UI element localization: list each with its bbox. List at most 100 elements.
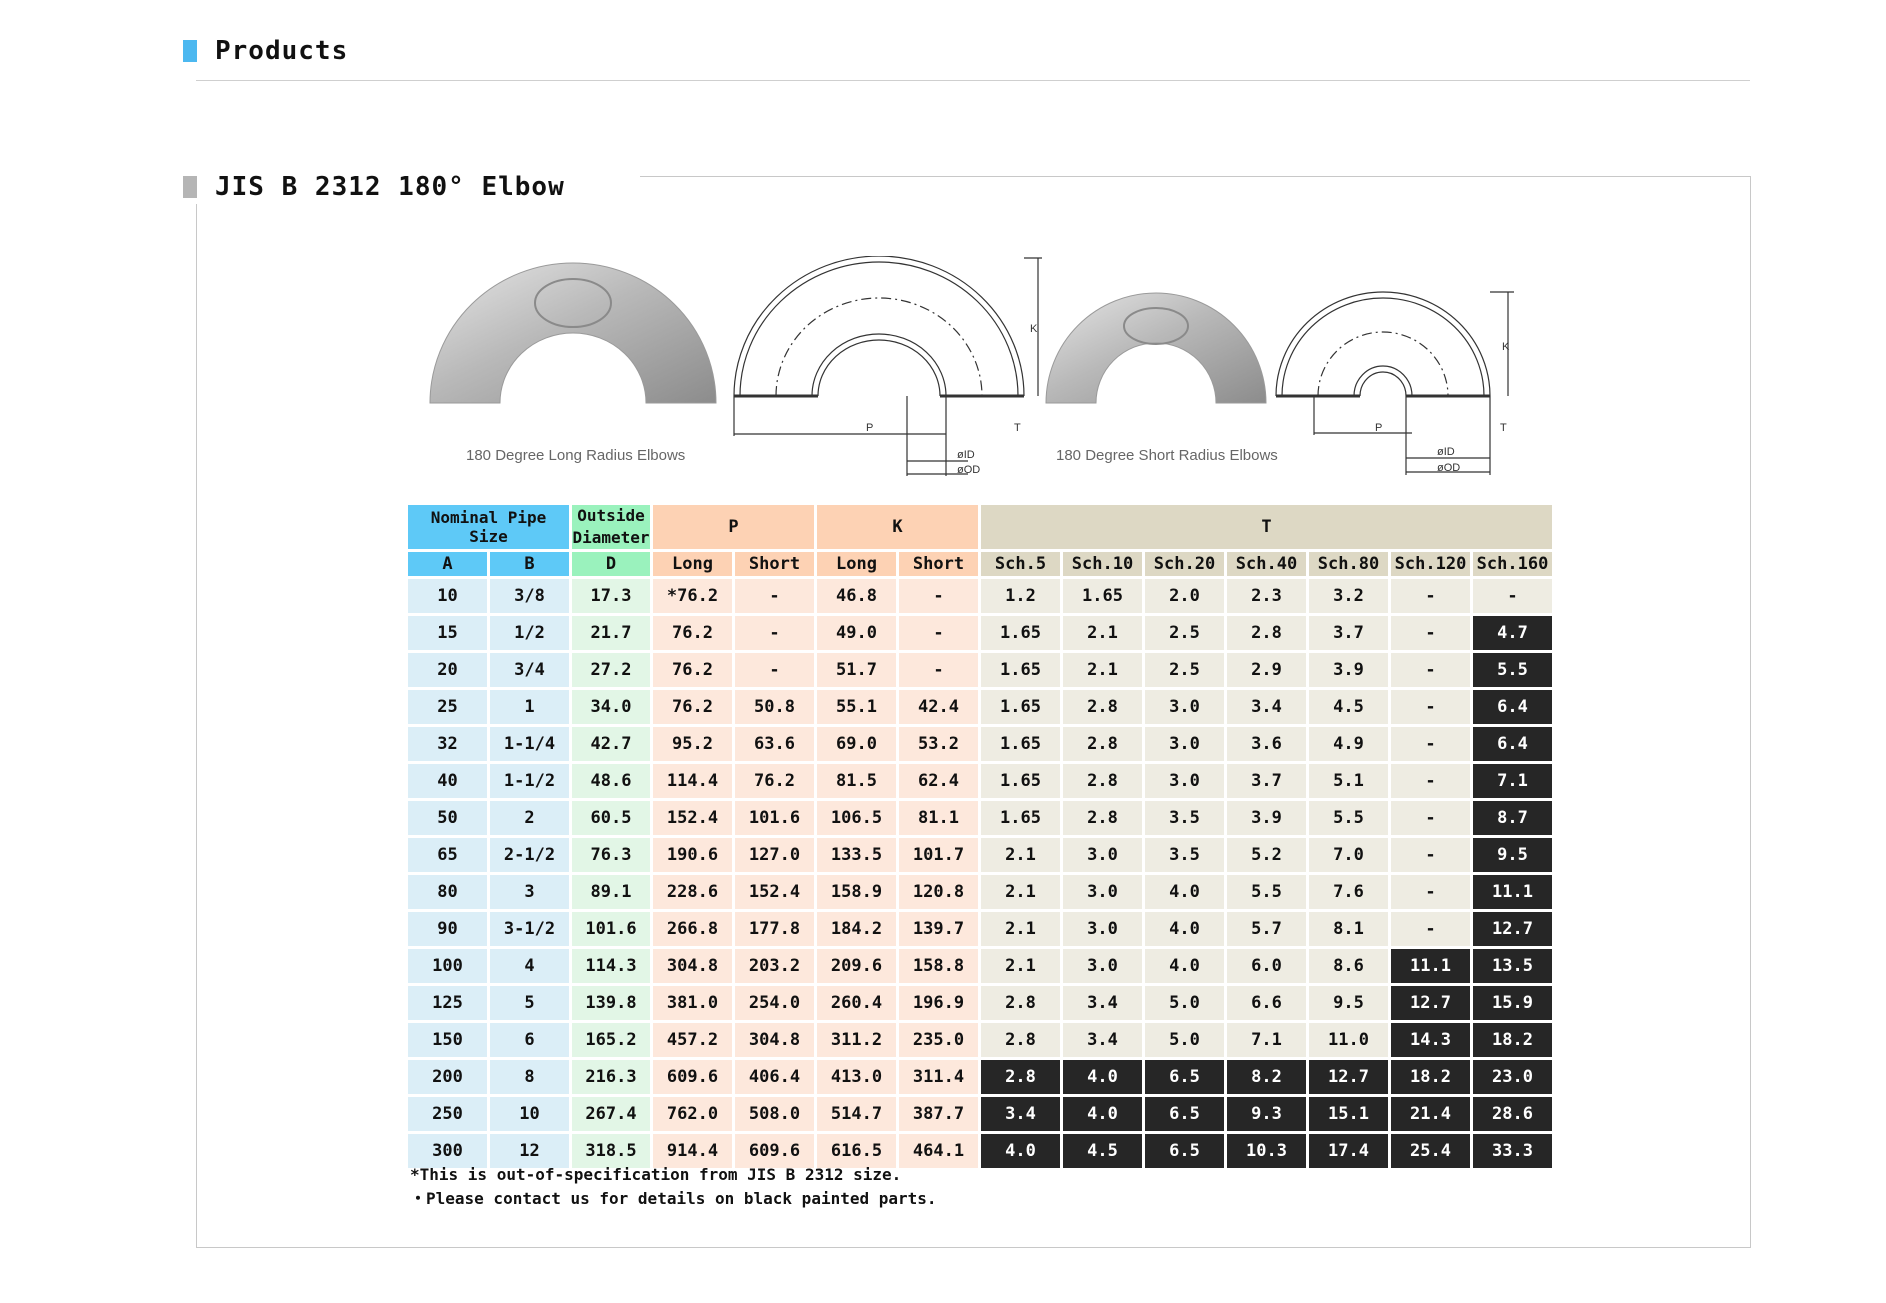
table-cell: 6 (490, 1023, 569, 1057)
section-heading: JIS B 2312 180° Elbow (183, 170, 577, 204)
table-cell: 4.0 (1063, 1097, 1142, 1131)
table-cell: - (735, 579, 814, 613)
table-row: 150 6 165.2 457.2 304.8 311.2 235.0 2.8 3.4 5.0 7.… (408, 1023, 1552, 1057)
table-row: 80 3 89.1 228.6 152.4 158.9 120.8 2.1 3.0 4.0 5.5 7… (408, 875, 1552, 909)
table-cell: 5.0 (1145, 1023, 1224, 1057)
section-marker (183, 176, 197, 198)
table-cell: 413.0 (817, 1060, 896, 1094)
table-cell: 7.1 (1473, 764, 1552, 798)
long-elbow-photo (429, 262, 717, 404)
subheader-b: B (490, 552, 569, 576)
table-cell: 5.7 (1227, 912, 1306, 946)
table-cell: 3/8 (490, 579, 569, 613)
table-cell: 2.1 (981, 875, 1060, 909)
table-cell: 62.4 (899, 764, 978, 798)
table-cell: 4.0 (1063, 1060, 1142, 1094)
table-cell: 3.5 (1145, 838, 1224, 872)
table-cell: - (1391, 912, 1470, 946)
table-cell: 1 (490, 690, 569, 724)
note-black-parts: ・Please contact us for details on black … (410, 1189, 937, 1208)
table-cell: 381.0 (653, 986, 732, 1020)
table-cell: 1.65 (1063, 579, 1142, 613)
table-cell: 8.6 (1309, 949, 1388, 983)
table-cell: 3.0 (1145, 727, 1224, 761)
header-nominal-pipe-size: Nominal Pipe Size (408, 505, 569, 549)
table-cell: 235.0 (899, 1023, 978, 1057)
table-cell: 3.4 (981, 1097, 1060, 1131)
table-cell: 1.65 (981, 727, 1060, 761)
table-cell: 6.6 (1227, 986, 1306, 1020)
table-cell: - (1391, 727, 1470, 761)
table-cell: 3.5 (1145, 801, 1224, 835)
table-cell: 190.6 (653, 838, 732, 872)
subheader-a: A (408, 552, 487, 576)
table-cell: - (899, 616, 978, 650)
table-cell: 1-1/2 (490, 764, 569, 798)
table-cell: 1/2 (490, 616, 569, 650)
table-cell: 7.1 (1227, 1023, 1306, 1057)
table-row: 32 1-1/4 42.7 95.2 63.6 69.0 53.2 1.65 2.8 3.0 3.6… (408, 727, 1552, 761)
table-cell: - (1391, 875, 1470, 909)
table-cell: 1.65 (981, 616, 1060, 650)
table-cell: 200 (408, 1060, 487, 1094)
table-cell: 89.1 (572, 875, 650, 909)
table-row: 65 2-1/2 76.3 190.6 127.0 133.5 101.7 2.1 3.0 3.5… (408, 838, 1552, 872)
table-cell: 150 (408, 1023, 487, 1057)
table-cell: 4.0 (1145, 875, 1224, 909)
table-cell: 266.8 (653, 912, 732, 946)
table-cell: 21.7 (572, 616, 650, 650)
table-cell: 4.0 (1145, 949, 1224, 983)
table-cell: 3.0 (1145, 690, 1224, 724)
table-cell: 4.5 (1063, 1134, 1142, 1168)
table-cell: 406.4 (735, 1060, 814, 1094)
table-cell: 3.7 (1309, 616, 1388, 650)
table-cell: 8.1 (1309, 912, 1388, 946)
table-cell: 508.0 (735, 1097, 814, 1131)
table-cell: 12.7 (1309, 1060, 1388, 1094)
table-cell: 101.7 (899, 838, 978, 872)
table-cell: 311.4 (899, 1060, 978, 1094)
header-p: P (653, 505, 814, 549)
table-cell: 304.8 (653, 949, 732, 983)
header-k: K (817, 505, 978, 549)
table-cell: 2.8 (981, 986, 1060, 1020)
table-row: 250 10 267.4 762.0 508.0 514.7 387.7 3.4 4.0 6.5 9… (408, 1097, 1552, 1131)
table-cell: 50.8 (735, 690, 814, 724)
subheader-sch80: Sch.80 (1309, 552, 1388, 576)
table-cell: - (735, 653, 814, 687)
long-elbow-drawing: P K T øID øOD (733, 256, 1042, 476)
subheader-sch120: Sch.120 (1391, 552, 1470, 576)
table-cell: 311.2 (817, 1023, 896, 1057)
short-elbow-caption: 180 Degree Short Radius Elbows (1056, 447, 1278, 464)
table-cell: 127.0 (735, 838, 814, 872)
table-cell: 55.1 (817, 690, 896, 724)
long-dim-k: K (1030, 323, 1038, 335)
table-cell: 63.6 (735, 727, 814, 761)
table-cell: 101.6 (572, 912, 650, 946)
table-cell: - (1391, 838, 1470, 872)
page-title: Products (215, 36, 349, 66)
table-cell: 120.8 (899, 875, 978, 909)
table-cell: 81.5 (817, 764, 896, 798)
subheader-sch160: Sch.160 (1473, 552, 1552, 576)
table-cell: 6.0 (1227, 949, 1306, 983)
table-cell: 6.5 (1145, 1060, 1224, 1094)
table-cell: 10.3 (1227, 1134, 1306, 1168)
short-dim-od: øOD (1437, 462, 1460, 474)
subheader-k-short: Short (899, 552, 978, 576)
table-cell: 6.4 (1473, 690, 1552, 724)
table-cell: 14.3 (1391, 1023, 1470, 1057)
table-cell: 48.6 (572, 764, 650, 798)
table-cell: 90 (408, 912, 487, 946)
table-cell: 100 (408, 949, 487, 983)
subheader-p-short: Short (735, 552, 814, 576)
long-dim-t: T (1014, 422, 1021, 434)
table-cell: - (1391, 579, 1470, 613)
table-cell: 76.2 (653, 690, 732, 724)
table-cell: 27.2 (572, 653, 650, 687)
table-cell: 49.0 (817, 616, 896, 650)
table-row: 25 1 34.0 76.2 50.8 55.1 42.4 1.65 2.8 3.0 3.4 4.5-… (408, 690, 1552, 724)
table-cell: 1.65 (981, 801, 1060, 835)
table-row: 125 5 139.8 381.0 254.0 260.4 196.9 2.8 3.4 5.0 6.… (408, 986, 1552, 1020)
table-cell: 4.0 (1145, 912, 1224, 946)
